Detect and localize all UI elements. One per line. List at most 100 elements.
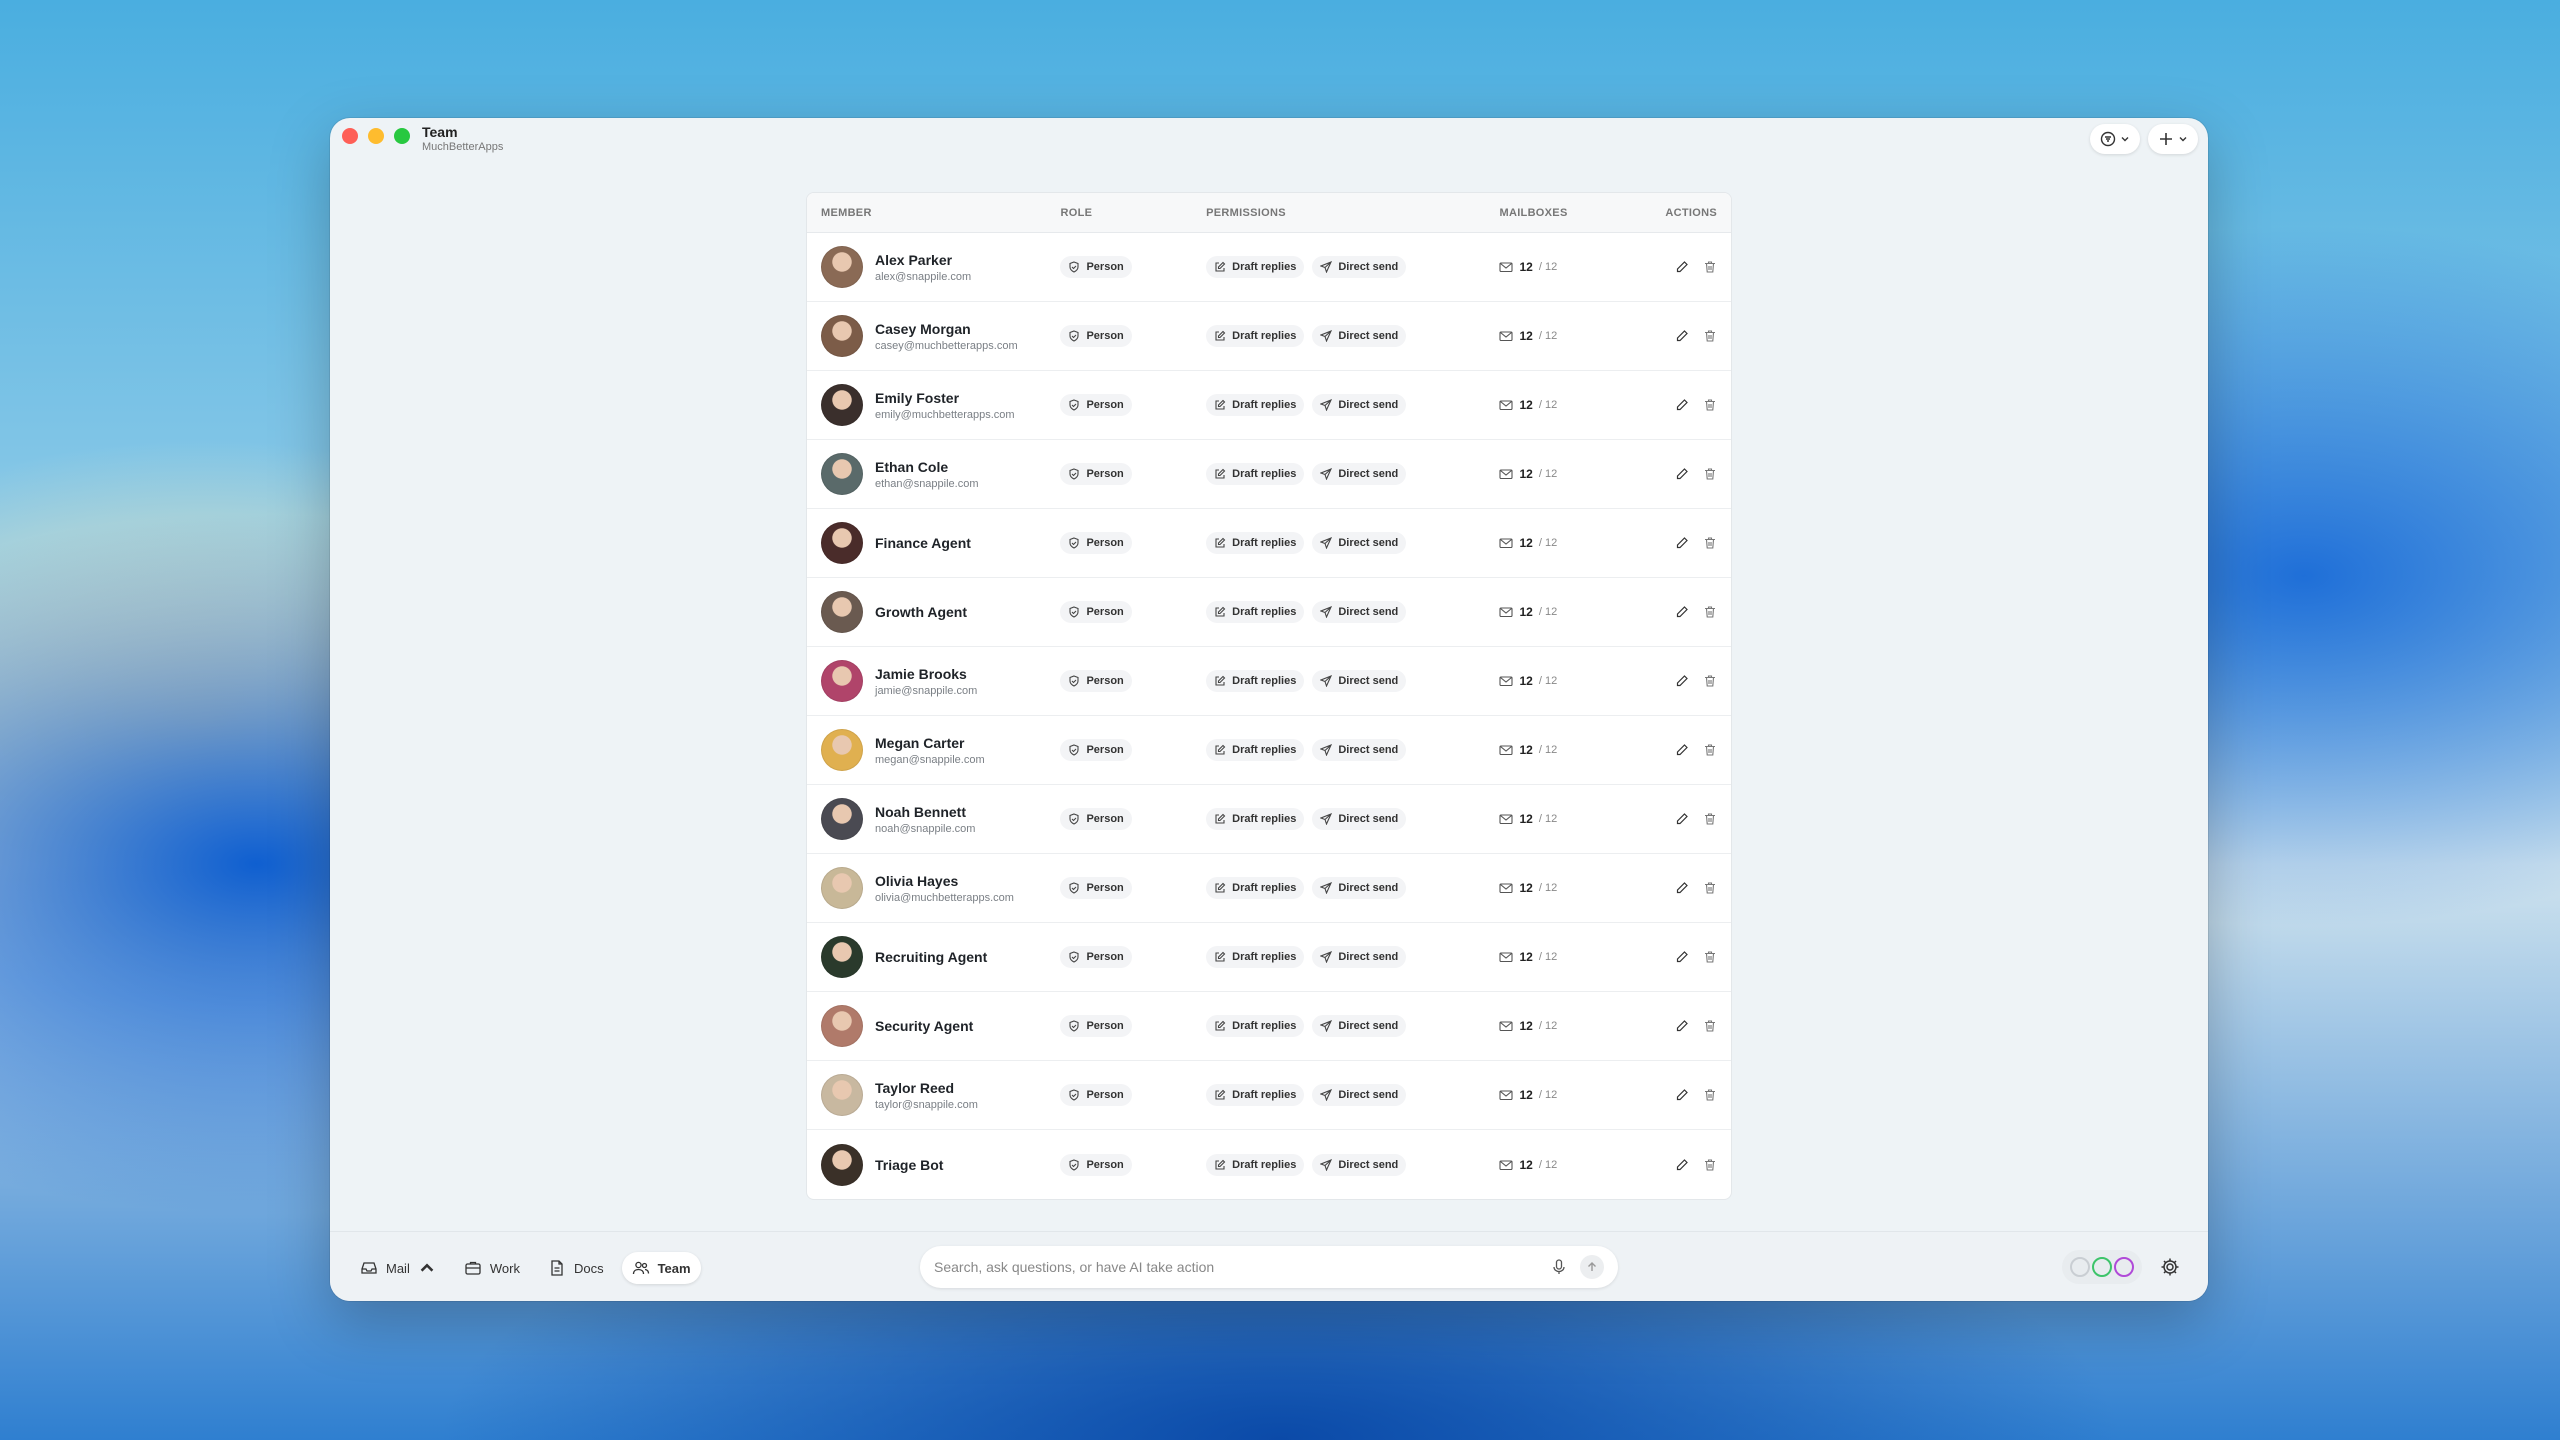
role-badge[interactable]: Person	[1060, 601, 1132, 623]
role-badge[interactable]: Person	[1060, 532, 1132, 554]
table-row[interactable]: Emily Foster emily@muchbetterapps.com Pe…	[807, 371, 1731, 440]
table-row[interactable]: Taylor Reed taylor@snappile.com Person D…	[807, 1061, 1731, 1130]
permission-direct-send[interactable]: Direct send	[1312, 532, 1407, 554]
permission-direct-send[interactable]: Direct send	[1312, 670, 1407, 692]
table-row[interactable]: Security Agent Person Draft replies Dire…	[807, 992, 1731, 1061]
nav-work[interactable]: Work	[454, 1252, 530, 1284]
pencil-icon[interactable]	[1675, 743, 1689, 757]
permission-direct-send[interactable]: Direct send	[1312, 808, 1407, 830]
trash-icon[interactable]	[1703, 467, 1717, 481]
permission-draft-replies[interactable]: Draft replies	[1206, 1015, 1305, 1037]
table-row[interactable]: Ethan Cole ethan@snappile.com Person Dra…	[807, 440, 1731, 509]
permission-direct-send[interactable]: Direct send	[1312, 325, 1407, 347]
permission-direct-send[interactable]: Direct send	[1312, 946, 1407, 968]
role-badge[interactable]: Person	[1060, 1084, 1132, 1106]
role-badge[interactable]: Person	[1060, 946, 1132, 968]
role-badge[interactable]: Person	[1060, 325, 1132, 347]
role-badge[interactable]: Person	[1060, 670, 1132, 692]
pencil-icon[interactable]	[1675, 329, 1689, 343]
permission-draft-replies[interactable]: Draft replies	[1206, 1153, 1305, 1176]
nav-team[interactable]: Team	[621, 1252, 701, 1284]
table-row[interactable]: Recruiting Agent Person Draft replies Di…	[807, 923, 1731, 992]
trash-icon[interactable]	[1703, 329, 1717, 343]
nav-docs[interactable]: Docs	[538, 1252, 614, 1284]
permission-direct-send[interactable]: Direct send	[1312, 463, 1407, 485]
trash-icon[interactable]	[1703, 1088, 1717, 1102]
ai-search-input[interactable]	[934, 1259, 1550, 1275]
send-button[interactable]	[1580, 1255, 1604, 1279]
table-row[interactable]: Jamie Brooks jamie@snappile.com Person D…	[807, 647, 1731, 716]
role-badge[interactable]: Person	[1060, 808, 1132, 830]
trash-icon[interactable]	[1703, 1158, 1717, 1172]
permission-direct-send[interactable]: Direct send	[1312, 256, 1407, 278]
pencil-icon[interactable]	[1675, 467, 1689, 481]
role-badge[interactable]: Person	[1060, 739, 1132, 761]
gear-icon[interactable]	[2160, 1257, 2180, 1277]
pencil-icon[interactable]	[1675, 1019, 1689, 1033]
trash-icon[interactable]	[1703, 812, 1717, 826]
permission-draft-replies[interactable]: Draft replies	[1206, 877, 1305, 899]
pencil-icon[interactable]	[1675, 881, 1689, 895]
pencil-icon[interactable]	[1675, 260, 1689, 274]
minimize-window-button[interactable]	[368, 128, 384, 144]
permission-direct-send[interactable]: Direct send	[1312, 1153, 1407, 1176]
role-badge[interactable]: Person	[1060, 1015, 1132, 1037]
permission-draft-replies[interactable]: Draft replies	[1206, 256, 1305, 278]
member-email: emily@muchbetterapps.com	[875, 408, 1015, 421]
pencil-icon[interactable]	[1675, 536, 1689, 550]
trash-icon[interactable]	[1703, 881, 1717, 895]
role-badge[interactable]: Person	[1060, 394, 1132, 416]
pencil-icon[interactable]	[1675, 812, 1689, 826]
table-row[interactable]: Noah Bennett noah@snappile.com Person Dr…	[807, 785, 1731, 854]
permission-draft-replies[interactable]: Draft replies	[1206, 1084, 1305, 1106]
permission-draft-replies[interactable]: Draft replies	[1206, 946, 1305, 968]
trash-icon[interactable]	[1703, 536, 1717, 550]
permission-direct-send[interactable]: Direct send	[1312, 394, 1407, 416]
table-row[interactable]: Growth Agent Person Draft replies Direct…	[807, 578, 1731, 647]
chevron-up-icon	[420, 1263, 434, 1272]
permission-draft-replies[interactable]: Draft replies	[1206, 325, 1305, 347]
permission-direct-send[interactable]: Direct send	[1312, 601, 1407, 623]
permission-direct-send[interactable]: Direct send	[1312, 1015, 1407, 1037]
trash-icon[interactable]	[1703, 260, 1717, 274]
pencil-icon[interactable]	[1675, 950, 1689, 964]
role-badge[interactable]: Person	[1060, 877, 1132, 899]
role-badge[interactable]: Person	[1060, 256, 1132, 278]
add-menu-button[interactable]	[2148, 124, 2198, 154]
table-row[interactable]: Alex Parker alex@snappile.com Person Dra…	[807, 233, 1731, 302]
permission-draft-replies[interactable]: Draft replies	[1206, 532, 1305, 554]
permission-draft-replies[interactable]: Draft replies	[1206, 394, 1305, 416]
role-badge[interactable]: Person	[1060, 463, 1132, 485]
table-row[interactable]: Megan Carter megan@snappile.com Person D…	[807, 716, 1731, 785]
trash-icon[interactable]	[1703, 1019, 1717, 1033]
trash-icon[interactable]	[1703, 743, 1717, 757]
nav-mail[interactable]: Mail	[350, 1252, 446, 1284]
trash-icon[interactable]	[1703, 398, 1717, 412]
pencil-icon[interactable]	[1675, 605, 1689, 619]
pencil-icon[interactable]	[1675, 674, 1689, 688]
permission-direct-send[interactable]: Direct send	[1312, 1084, 1407, 1106]
pencil-icon[interactable]	[1675, 398, 1689, 412]
trash-icon[interactable]	[1703, 674, 1717, 688]
table-row[interactable]: Triage Bot Person Draft replies Direct s…	[807, 1130, 1731, 1199]
permission-draft-replies[interactable]: Draft replies	[1206, 739, 1305, 761]
microphone-icon[interactable]	[1550, 1258, 1568, 1276]
role-badge[interactable]: Person	[1060, 1153, 1132, 1176]
trash-icon[interactable]	[1703, 605, 1717, 619]
permission-direct-send[interactable]: Direct send	[1312, 877, 1407, 899]
pencil-icon[interactable]	[1675, 1088, 1689, 1102]
permission-direct-send[interactable]: Direct send	[1312, 739, 1407, 761]
close-window-button[interactable]	[342, 128, 358, 144]
table-row[interactable]: Casey Morgan casey@muchbetterapps.com Pe…	[807, 302, 1731, 371]
table-row[interactable]: Finance Agent Person Draft replies Direc…	[807, 509, 1731, 578]
pencil-icon[interactable]	[1675, 1158, 1689, 1172]
permission-draft-replies[interactable]: Draft replies	[1206, 601, 1305, 623]
permission-draft-replies[interactable]: Draft replies	[1206, 670, 1305, 692]
permission-draft-replies[interactable]: Draft replies	[1206, 463, 1305, 485]
table-row[interactable]: Olivia Hayes olivia@muchbetterapps.com P…	[807, 854, 1731, 923]
permission-draft-replies[interactable]: Draft replies	[1206, 808, 1305, 830]
trash-icon[interactable]	[1703, 950, 1717, 964]
filter-menu-button[interactable]	[2090, 124, 2140, 154]
zoom-window-button[interactable]	[394, 128, 410, 144]
status-rings[interactable]	[2062, 1250, 2142, 1284]
